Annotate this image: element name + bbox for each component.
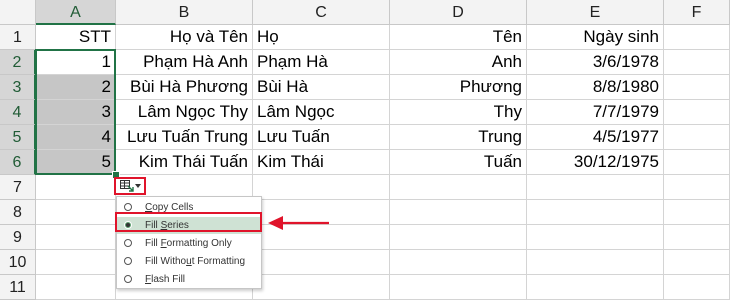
select-all-corner[interactable]	[0, 0, 36, 25]
row-header-9[interactable]: 9	[0, 225, 36, 250]
empty-cell[interactable]	[36, 250, 116, 275]
menu-option[interactable]: Fill Without Formatting	[117, 253, 261, 270]
radio-icon	[124, 203, 132, 211]
cell[interactable]: Tuấn	[390, 150, 527, 175]
row-header-8[interactable]: 8	[0, 200, 36, 225]
header-cell[interactable]: Tên	[390, 25, 527, 50]
cell[interactable]: Phương	[390, 75, 527, 100]
cell[interactable]: Thy	[390, 100, 527, 125]
empty-cell[interactable]	[390, 200, 527, 225]
empty-cell[interactable]	[527, 175, 664, 200]
cell[interactable]: Kim Thái	[253, 150, 390, 175]
cell[interactable]: 30/12/1975	[527, 150, 664, 175]
column-header-d[interactable]: D	[390, 0, 527, 25]
row-header-4[interactable]: 4	[0, 100, 36, 125]
cell[interactable]: 1	[36, 50, 116, 75]
label-part: t Formatting	[191, 256, 246, 267]
autofill-options-icon	[120, 180, 134, 192]
header-cell[interactable]: Họ và Tên	[116, 25, 253, 50]
empty-cell[interactable]	[664, 225, 730, 250]
radio-icon	[124, 275, 132, 283]
cell[interactable]: Lưu Tuấn Trung	[116, 125, 253, 150]
red-arrow-icon	[268, 216, 329, 230]
radio-icon	[124, 239, 132, 247]
label-part: ormatting Only	[166, 238, 232, 249]
cell[interactable]: 4/5/1977	[527, 125, 664, 150]
menu-option-label: Fill Formatting Only	[145, 235, 232, 252]
spreadsheet: ABCDEF 1 2 3 4 5 6 7 8 9 10 11 STT 1 2 3 4 5 Họ và Tên Ph…	[0, 0, 730, 304]
empty-cell[interactable]	[664, 50, 730, 75]
column-header-e[interactable]: E	[527, 0, 664, 25]
row-header-6[interactable]: 6	[0, 150, 36, 175]
empty-cell[interactable]	[664, 200, 730, 225]
cell[interactable]: Trung	[390, 125, 527, 150]
column-header-a[interactable]: A	[36, 0, 116, 25]
empty-cell[interactable]	[664, 100, 730, 125]
cell[interactable]: Lưu Tuấn	[253, 125, 390, 150]
empty-cell[interactable]	[36, 175, 116, 200]
column-header-f[interactable]: F	[664, 0, 730, 25]
header-cell[interactable]: Ngày sinh	[527, 25, 664, 50]
cell[interactable]: Anh	[390, 50, 527, 75]
empty-cell[interactable]	[390, 250, 527, 275]
empty-cell[interactable]	[36, 200, 116, 225]
cell[interactable]: Bùi Hà Phương	[116, 75, 253, 100]
row-header-5[interactable]: 5	[0, 125, 36, 150]
menu-option[interactable]: Flash Fill	[117, 271, 261, 288]
empty-cell[interactable]	[390, 175, 527, 200]
empty-cell[interactable]	[527, 225, 664, 250]
cell[interactable]: 8/8/1980	[527, 75, 664, 100]
autofill-options-menu: Copy Cells Fill Series Fill Formatting Onl…	[116, 196, 262, 289]
row-header-3[interactable]: 3	[0, 75, 36, 100]
cell[interactable]: Phạm Hà Anh	[116, 50, 253, 75]
row-header-1[interactable]: 1	[0, 25, 36, 50]
empty-cell[interactable]	[36, 225, 116, 250]
empty-cell[interactable]	[664, 275, 730, 300]
empty-cell[interactable]	[390, 275, 527, 300]
empty-cell[interactable]	[253, 275, 390, 300]
row-header-7[interactable]: 7	[0, 175, 36, 200]
empty-cell[interactable]	[253, 250, 390, 275]
autofill-options-button[interactable]	[114, 177, 146, 195]
cell[interactable]: 5	[36, 150, 116, 175]
cell[interactable]: 3/6/1978	[527, 50, 664, 75]
row-header-11[interactable]: 11	[0, 275, 36, 300]
empty-cell[interactable]	[664, 150, 730, 175]
label-part: Fill Witho	[145, 256, 187, 267]
chevron-down-icon	[135, 184, 141, 188]
cell[interactable]: Kim Thái Tuấn	[116, 150, 253, 175]
cell[interactable]: Lâm Ngọc	[253, 100, 390, 125]
label-part: lash Fill	[151, 274, 186, 285]
empty-cell[interactable]	[664, 25, 730, 50]
empty-cell[interactable]	[664, 125, 730, 150]
row-header-2[interactable]: 2	[0, 50, 36, 75]
cell[interactable]: 3	[36, 100, 116, 125]
cell[interactable]: 4	[36, 125, 116, 150]
empty-cell[interactable]	[253, 175, 390, 200]
menu-option-label: Flash Fill	[145, 271, 185, 288]
row-header-10[interactable]: 10	[0, 250, 36, 275]
column-header-b[interactable]: B	[116, 0, 253, 25]
header-cell[interactable]: STT	[36, 25, 116, 50]
cell[interactable]: Bùi Hà	[253, 75, 390, 100]
radio-icon	[124, 257, 132, 265]
empty-cell[interactable]	[664, 250, 730, 275]
empty-cell[interactable]	[664, 175, 730, 200]
menu-option-label: Fill Without Formatting	[145, 253, 245, 270]
column-header-c[interactable]: C	[253, 0, 390, 25]
empty-cell[interactable]	[527, 200, 664, 225]
cell[interactable]: 7/7/1979	[527, 100, 664, 125]
empty-cell[interactable]	[36, 275, 116, 300]
empty-cell[interactable]	[527, 275, 664, 300]
empty-cell[interactable]	[390, 225, 527, 250]
cell[interactable]: 2	[36, 75, 116, 100]
cell[interactable]: Lâm Ngọc Thy	[116, 100, 253, 125]
header-cell[interactable]: Họ	[253, 25, 390, 50]
highlight-box	[115, 212, 262, 232]
cell[interactable]: Phạm Hà	[253, 50, 390, 75]
menu-option[interactable]: Fill Formatting Only	[117, 235, 261, 252]
empty-cell[interactable]	[527, 250, 664, 275]
empty-cell[interactable]	[664, 75, 730, 100]
label-part: Fill	[145, 238, 161, 249]
